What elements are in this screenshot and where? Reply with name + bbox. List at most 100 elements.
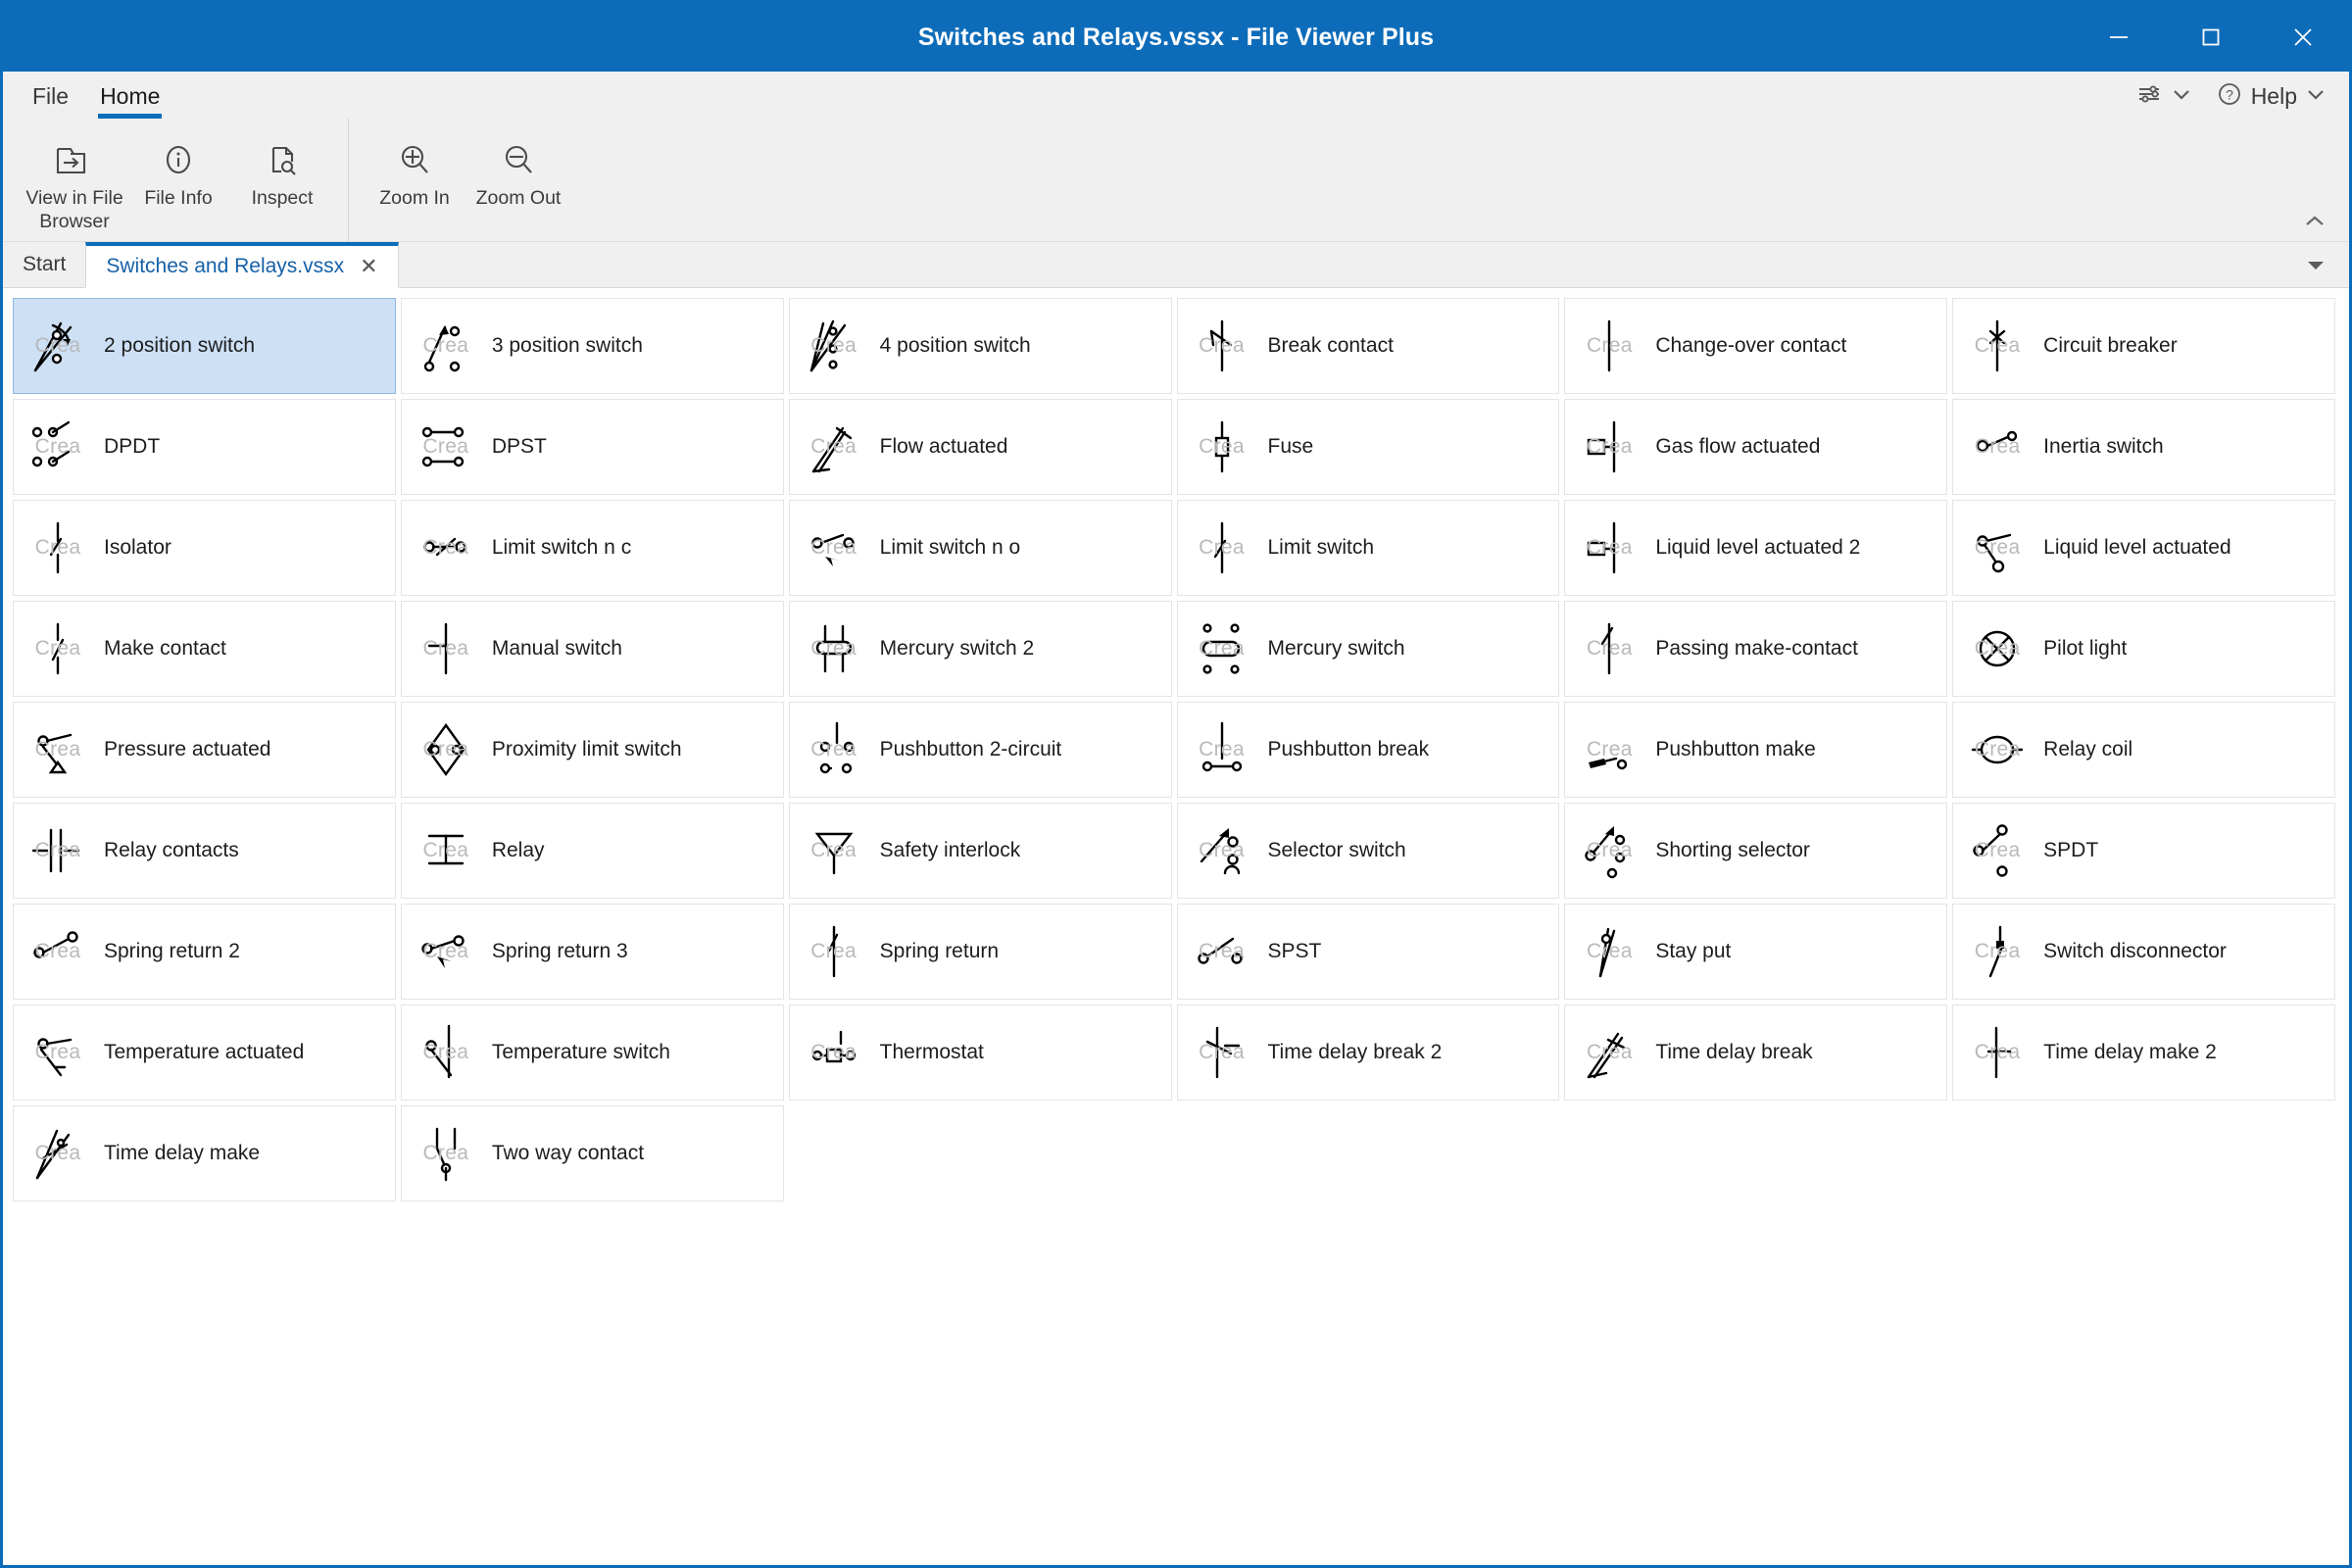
stencil-item[interactable]: Crea Spring return xyxy=(788,904,1172,1000)
stencil-item[interactable]: Crea Temperature actuated xyxy=(13,1004,396,1101)
stencil-item[interactable]: Crea Flow actuated xyxy=(788,399,1172,495)
stencil-item[interactable]: Crea Liquid level actuated xyxy=(1952,500,2335,596)
stencil-item[interactable]: Crea DPST xyxy=(400,399,784,495)
stencil-item[interactable]: Crea Manual switch xyxy=(400,601,784,697)
stencil-item-label: Liquid level actuated 2 xyxy=(1655,536,1861,559)
ribbon-body: View in File Browser File Info Inspect Z… xyxy=(3,119,2349,241)
stencil-item[interactable]: Crea Switch disconnector xyxy=(1952,904,2335,1000)
change-over-contact-icon: Crea xyxy=(1579,316,1640,376)
limit-switch-no-icon: Crea xyxy=(804,517,864,578)
stencil-item[interactable]: Crea Pilot light xyxy=(1952,601,2335,697)
chevron-down-icon xyxy=(2172,87,2191,106)
zoom-out-label: Zoom Out xyxy=(475,187,562,209)
flow-actuated-icon: Crea xyxy=(804,416,864,477)
thumbnail-watermark: Crea xyxy=(1974,637,2021,660)
thumbnail-watermark: Crea xyxy=(810,940,858,962)
stencil-item[interactable]: Crea Temperature switch xyxy=(400,1004,784,1101)
minimize-button[interactable] xyxy=(2073,3,2165,72)
stencil-item[interactable]: Crea Selector switch xyxy=(1176,803,1560,899)
stencil-item[interactable]: Crea Change-over contact xyxy=(1564,298,1948,394)
stencil-item-label: Mercury switch 2 xyxy=(879,637,1035,660)
liquid-level-actuated-icon: Crea xyxy=(1967,517,2028,578)
manual-switch-icon: Crea xyxy=(416,618,476,679)
stencil-item[interactable]: Crea Mercury switch xyxy=(1176,601,1560,697)
maximize-button[interactable] xyxy=(2165,3,2257,72)
help-label: Help xyxy=(2250,83,2297,109)
zoom-out-button[interactable]: Zoom Out xyxy=(466,126,570,236)
stencil-item-label: Circuit breaker xyxy=(2043,334,2178,357)
switch-disconnector-icon: Crea xyxy=(1967,921,2028,982)
document-tab-start[interactable]: Start xyxy=(3,242,85,287)
thumbnail-watermark: Crea xyxy=(34,940,81,962)
stencil-item[interactable]: Crea Circuit breaker xyxy=(1952,298,2335,394)
stencil-item[interactable]: Crea Time delay break 2 xyxy=(1176,1004,1560,1101)
stencil-item[interactable]: Crea Limit switch n o xyxy=(788,500,1172,596)
stencil-item[interactable]: Crea Limit switch xyxy=(1176,500,1560,596)
stencil-item[interactable]: Crea Safety interlock xyxy=(788,803,1172,899)
stencil-item[interactable]: Crea SPDT xyxy=(1952,803,2335,899)
stencil-item[interactable]: Crea Liquid level actuated 2 xyxy=(1564,500,1948,596)
zoom-in-button[interactable]: Zoom In xyxy=(363,126,466,236)
stencil-item[interactable]: Crea Make contact xyxy=(13,601,396,697)
stencil-item[interactable]: Crea Thermostat xyxy=(788,1004,1172,1101)
stencil-item-label: Pressure actuated xyxy=(104,738,271,760)
help-button[interactable]: ? Help xyxy=(2217,81,2326,112)
stencil-item[interactable]: Crea Passing make-contact xyxy=(1564,601,1948,697)
thumbnail-watermark: Crea xyxy=(1586,839,1633,861)
stencil-item[interactable]: Crea Pushbutton make xyxy=(1564,702,1948,798)
stencil-item[interactable]: Crea Spring return 2 xyxy=(13,904,396,1000)
stencil-item[interactable]: Crea Relay xyxy=(400,803,784,899)
stencil-item[interactable]: Crea Shorting selector xyxy=(1564,803,1948,899)
stencil-item[interactable]: Crea DPDT xyxy=(13,399,396,495)
stencil-item-label: Time delay break xyxy=(1655,1041,1813,1063)
ribbon-tab-file[interactable]: File xyxy=(17,83,84,119)
stencil-item[interactable]: Crea Time delay make 2 xyxy=(1952,1004,2335,1101)
stencil-item-label: Pushbutton 2-circuit xyxy=(879,738,1062,760)
stencil-item[interactable]: Crea Mercury switch 2 xyxy=(788,601,1172,697)
zoom-in-icon xyxy=(395,137,434,182)
stencil-item[interactable]: Crea Spring return 3 xyxy=(400,904,784,1000)
stencil-item[interactable]: Crea SPST xyxy=(1176,904,1560,1000)
tab-overflow-button[interactable] xyxy=(2304,242,2328,287)
zoom-out-icon xyxy=(499,137,538,182)
inertia-switch-icon: Crea xyxy=(1967,416,2028,477)
stencil-item[interactable]: Crea Fuse xyxy=(1176,399,1560,495)
stencil-item[interactable]: Crea Stay put xyxy=(1564,904,1948,1000)
stencil-item[interactable]: Crea Proximity limit switch xyxy=(400,702,784,798)
stencil-item[interactable]: Crea 4 position switch xyxy=(788,298,1172,394)
ribbon-tab-home[interactable]: Home xyxy=(84,83,175,119)
stencil-item[interactable]: Crea Gas flow actuated xyxy=(1564,399,1948,495)
stencil-item[interactable]: Crea Relay coil xyxy=(1952,702,2335,798)
dpst-icon: Crea xyxy=(416,416,476,477)
stencil-item[interactable]: Crea Time delay make xyxy=(13,1105,396,1201)
stencil-item[interactable]: Crea Pushbutton break xyxy=(1176,702,1560,798)
close-button[interactable] xyxy=(2257,3,2349,72)
stencil-item[interactable]: Crea Limit switch n c xyxy=(400,500,784,596)
stencil-item[interactable]: Crea 2 position switch xyxy=(13,298,396,394)
stencil-item[interactable]: Crea Pushbutton 2-circuit xyxy=(788,702,1172,798)
quick-settings-button[interactable] xyxy=(2136,81,2191,112)
stencil-item[interactable]: Crea Isolator xyxy=(13,500,396,596)
inspect-button[interactable]: Inspect xyxy=(230,126,334,236)
two-way-contact-icon: Crea xyxy=(416,1123,476,1184)
stencil-item[interactable]: Crea Inertia switch xyxy=(1952,399,2335,495)
selector-switch-icon: Crea xyxy=(1192,820,1252,881)
stencil-item[interactable]: Crea 3 position switch xyxy=(400,298,784,394)
stencil-item[interactable]: Crea Two way contact xyxy=(400,1105,784,1201)
stencil-item[interactable]: Crea Time delay break xyxy=(1564,1004,1948,1101)
stencil-item[interactable]: Crea Pressure actuated xyxy=(13,702,396,798)
collapse-ribbon-button[interactable] xyxy=(2302,213,2328,235)
close-tab-icon[interactable]: ✕ xyxy=(360,256,377,277)
inspect-label: Inspect xyxy=(251,187,314,209)
time-delay-make-icon: Crea xyxy=(27,1123,88,1184)
file-info-label: File Info xyxy=(144,187,213,209)
document-tab-switches-and-relays[interactable]: Switches and Relays.vssx ✕ xyxy=(85,242,399,288)
file-info-button[interactable]: File Info xyxy=(126,126,230,236)
stencil-item[interactable]: Crea Break contact xyxy=(1176,298,1560,394)
thumbnail-watermark: Crea xyxy=(422,738,469,760)
view-in-file-browser-button[interactable]: View in File Browser xyxy=(23,126,126,236)
stencil-item-label: SPDT xyxy=(2043,839,2099,861)
stencil-item[interactable]: Crea Relay contacts xyxy=(13,803,396,899)
stencil-item-label: Safety interlock xyxy=(879,839,1021,861)
stencil-item-label: Spring return 2 xyxy=(104,940,240,962)
